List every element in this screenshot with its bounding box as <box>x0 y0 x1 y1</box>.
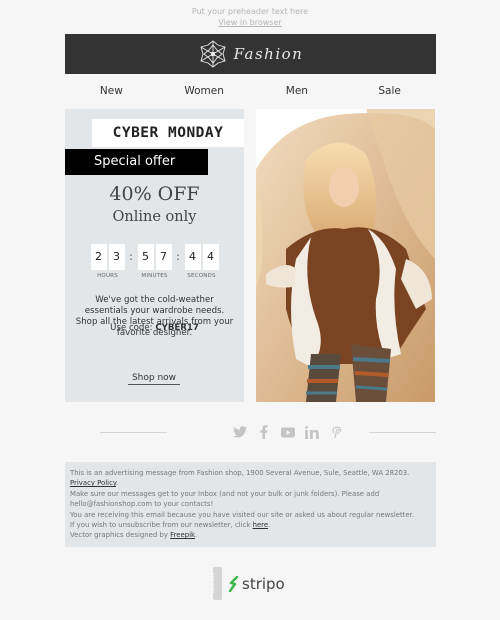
stripo-wordmark: stripo <box>242 574 285 593</box>
hero-image[interactable] <box>256 109 435 402</box>
nav-item-women[interactable]: Women <box>158 80 251 102</box>
divider-right <box>369 431 436 433</box>
countdown-digit: 7 <box>155 244 172 270</box>
brand-logo-text: Fashion <box>233 45 304 63</box>
unsubscribe-link[interactable]: here <box>253 521 269 529</box>
snowflake-ornament-icon <box>200 40 226 68</box>
countdown-seconds: 4 4 SECONDS <box>184 244 219 279</box>
cyber-monday-banner: CYBER MONDAY <box>92 119 244 147</box>
nav-item-new[interactable]: New <box>65 80 158 102</box>
countdown-digit: 3 <box>108 244 125 270</box>
countdown-label-seconds: SECONDS <box>187 273 216 279</box>
made-with-stripo-badge[interactable]: MADE WITH stripo <box>211 567 285 600</box>
privacy-policy-link[interactable]: Privacy Policy <box>70 479 116 487</box>
shop-now-button[interactable]: Shop now <box>128 373 180 385</box>
main-nav: New Women Men Sale <box>65 80 436 102</box>
social-bar <box>65 422 436 442</box>
countdown-digit: 4 <box>184 244 201 270</box>
hero-photo-illustration <box>256 109 435 402</box>
nav-item-men[interactable]: Men <box>251 80 344 102</box>
nav-item-sale[interactable]: Sale <box>343 80 436 102</box>
countdown-separator: : <box>176 250 180 263</box>
footer-contacts-note: Make sure our messages get to your Inbox… <box>70 489 380 509</box>
made-with-tag: MADE WITH <box>211 567 222 600</box>
youtube-icon[interactable] <box>281 425 295 439</box>
divider-left <box>100 431 167 433</box>
promo-code-value: CYBER17 <box>155 323 199 333</box>
promo-panel: CYBER MONDAY Special offer 40% OFF Onlin… <box>65 109 244 402</box>
countdown-timer: 2 3 HOURS : 5 7 MINUTES : 4 4 SECONDS <box>65 244 244 279</box>
footer-credits-text: Vector graphics designed by <box>70 531 168 540</box>
countdown-digit: 5 <box>137 244 154 270</box>
facebook-icon[interactable] <box>257 425 271 439</box>
countdown-label-hours: HOURS <box>97 273 118 279</box>
promo-code-line: Use code: CYBER17 <box>65 323 244 333</box>
countdown-digit: 2 <box>90 244 107 270</box>
footer-address: This is an advertising message from Fash… <box>70 469 410 477</box>
pinterest-icon[interactable] <box>329 425 343 439</box>
preheader-text: Put your preheader text here <box>191 7 309 16</box>
linkedin-icon[interactable] <box>305 425 319 439</box>
countdown-separator: : <box>129 250 133 263</box>
footer-notice: This is an advertising message from Fash… <box>65 462 436 547</box>
offer-block: 40% OFF Online only <box>65 181 244 227</box>
header-banner[interactable]: Fashion <box>65 34 436 74</box>
freepik-link[interactable]: Freepik <box>170 531 195 539</box>
countdown-hours: 2 3 HOURS <box>90 244 125 279</box>
special-offer-tag: Special offer <box>65 149 208 175</box>
preheader: Put your preheader text here View in bro… <box>0 6 500 28</box>
twitter-icon[interactable] <box>233 425 247 439</box>
stripo-logo-icon <box>228 575 239 592</box>
countdown-minutes: 5 7 MINUTES <box>137 244 172 279</box>
footer-reason: You are receiving this email because you… <box>70 510 415 519</box>
offer-subheadline: Online only <box>112 209 197 225</box>
promo-code-label: Use code: <box>110 323 153 333</box>
countdown-digit: 4 <box>202 244 219 270</box>
view-in-browser-link[interactable]: View in browser <box>218 17 281 28</box>
footer-unsubscribe-text: If you wish to unsubscribe from our news… <box>70 521 251 530</box>
offer-headline: 40% OFF <box>109 183 200 205</box>
countdown-label-minutes: MINUTES <box>141 273 168 279</box>
